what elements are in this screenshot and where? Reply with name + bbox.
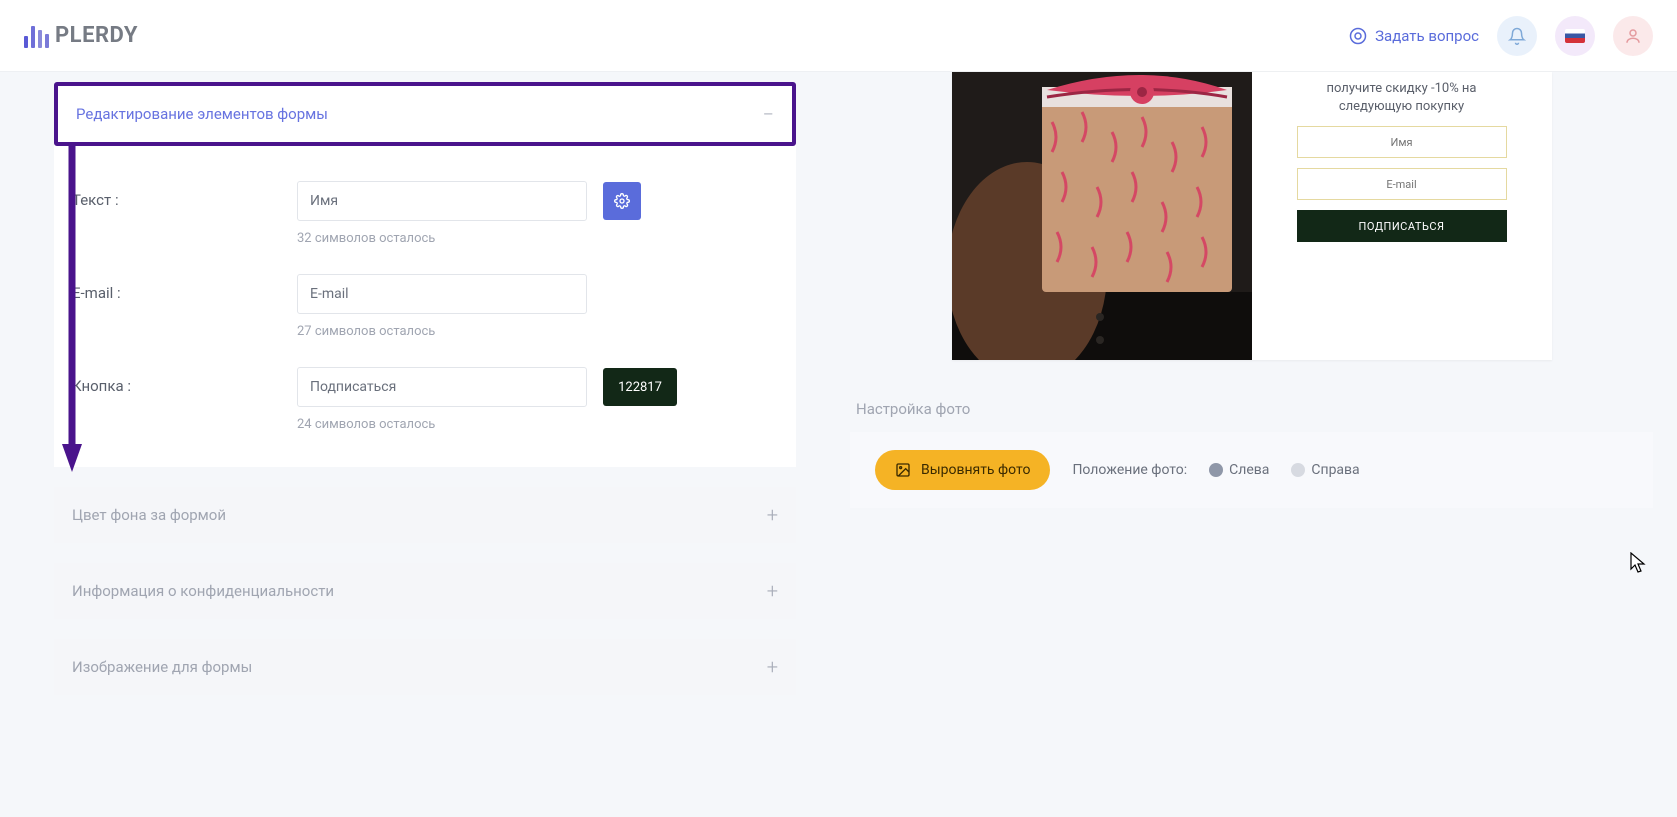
input-text-name[interactable] bbox=[297, 181, 587, 221]
language-button[interactable] bbox=[1555, 16, 1595, 56]
user-icon bbox=[1624, 27, 1642, 45]
label-text: Текст : bbox=[72, 181, 297, 209]
logo[interactable]: PLERDY bbox=[24, 23, 138, 48]
input-button-text[interactable] bbox=[297, 367, 587, 407]
radio-right[interactable]: Справа bbox=[1291, 462, 1359, 478]
preview-name-input[interactable] bbox=[1297, 126, 1507, 158]
expand-icon: + bbox=[767, 655, 778, 679]
app-header: PLERDY Задать вопрос bbox=[0, 0, 1677, 72]
logo-text: PLERDY bbox=[55, 23, 138, 48]
preview-desc-line1: получите скидку -10% на bbox=[1326, 81, 1476, 96]
row-text: Текст : 32 символов осталось bbox=[72, 181, 778, 246]
preview-image bbox=[952, 72, 1252, 360]
preview-form-side: получите скидку -10% на следующую покупк… bbox=[1252, 72, 1552, 360]
radio-right-label: Справа bbox=[1311, 462, 1359, 478]
helper-button-remaining: 24 символов осталось bbox=[297, 417, 677, 432]
accordion-privacy: Информация о конфиденциальности + bbox=[54, 563, 796, 619]
accordion-title-privacy: Информация о конфиденциальности bbox=[72, 582, 334, 600]
main-content: Редактирование элементов формы − Текст :… bbox=[0, 72, 1677, 817]
accordion-header-image[interactable]: Изображение для формы + bbox=[54, 639, 796, 695]
accordion-body-edit: Текст : 32 символов осталось E-mail : bbox=[54, 146, 796, 467]
flag-ru-icon bbox=[1565, 29, 1585, 43]
bell-icon bbox=[1508, 27, 1526, 45]
helper-email-remaining: 27 символов осталось bbox=[297, 324, 587, 339]
row-button: Кнопка : 122817 24 символов осталось bbox=[72, 367, 778, 432]
photo-settings-bar: Выровнять фото Положение фото: Слева Спр… bbox=[850, 432, 1653, 508]
settings-button[interactable] bbox=[603, 182, 641, 220]
input-email[interactable] bbox=[297, 274, 587, 314]
radio-left[interactable]: Слева bbox=[1209, 462, 1269, 478]
accordion-title: Редактирование элементов формы bbox=[76, 105, 328, 123]
gear-icon bbox=[614, 193, 630, 209]
align-photo-label: Выровнять фото bbox=[921, 462, 1030, 478]
accordion-header-bg-color[interactable]: Цвет фона за формой + bbox=[54, 487, 796, 543]
cursor-icon bbox=[1630, 552, 1646, 574]
accordion-header-edit-elements[interactable]: Редактирование элементов формы − bbox=[54, 82, 796, 146]
row-email: E-mail : 27 символов осталось bbox=[72, 274, 778, 339]
preview-description: получите скидку -10% на следующую покупк… bbox=[1326, 80, 1476, 116]
helper-text-remaining: 32 символов осталось bbox=[297, 231, 641, 246]
logo-bars-icon bbox=[24, 24, 49, 48]
align-photo-button[interactable]: Выровнять фото bbox=[875, 450, 1050, 490]
form-preview: получите скидку -10% на следующую покупк… bbox=[952, 72, 1552, 360]
expand-icon: + bbox=[767, 579, 778, 603]
preview-subscribe-button[interactable]: ПОДПИСАТЬСЯ bbox=[1297, 210, 1507, 242]
left-panel: Редактирование элементов формы − Текст :… bbox=[0, 72, 820, 817]
gift-box-illustration bbox=[952, 72, 1252, 360]
accordion-title-image: Изображение для формы bbox=[72, 658, 252, 676]
ask-question-label: Задать вопрос bbox=[1375, 27, 1479, 45]
profile-button[interactable] bbox=[1613, 16, 1653, 56]
radio-dot-icon bbox=[1291, 463, 1305, 477]
preview-email-input[interactable] bbox=[1297, 168, 1507, 200]
ask-question-link[interactable]: Задать вопрос bbox=[1349, 27, 1479, 45]
position-label: Положение фото: bbox=[1072, 462, 1187, 478]
right-panel: получите скидку -10% на следующую покупк… bbox=[820, 72, 1677, 817]
label-email: E-mail : bbox=[72, 274, 297, 302]
accordion-image: Изображение для формы + bbox=[54, 639, 796, 695]
label-button: Кнопка : bbox=[72, 367, 297, 395]
image-icon bbox=[895, 462, 911, 478]
accordion-bg-color: Цвет фона за формой + bbox=[54, 487, 796, 543]
preview-desc-line2: следующую покупку bbox=[1339, 99, 1464, 114]
notifications-button[interactable] bbox=[1497, 16, 1537, 56]
collapse-icon: − bbox=[763, 102, 774, 126]
help-icon bbox=[1349, 27, 1367, 45]
accordion-edit-elements: Редактирование элементов формы − Текст :… bbox=[54, 82, 796, 467]
radio-dot-icon bbox=[1209, 463, 1223, 477]
accordion-title-bg: Цвет фона за формой bbox=[72, 506, 226, 524]
photo-settings-heading: Настройка фото bbox=[856, 400, 1653, 418]
expand-icon: + bbox=[767, 503, 778, 527]
radio-left-label: Слева bbox=[1229, 462, 1269, 478]
button-color-swatch[interactable]: 122817 bbox=[603, 368, 677, 406]
header-right: Задать вопрос bbox=[1349, 16, 1653, 56]
accordion-header-privacy[interactable]: Информация о конфиденциальности + bbox=[54, 563, 796, 619]
